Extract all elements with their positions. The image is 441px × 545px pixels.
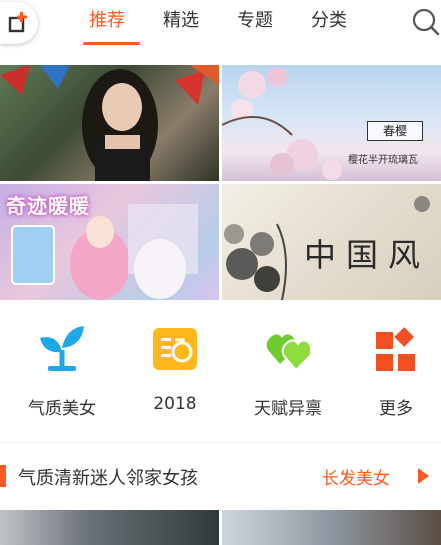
- tab-topics[interactable]: 专题: [237, 6, 273, 36]
- section-divider: [0, 442, 441, 443]
- add-window-icon: [8, 12, 27, 33]
- tab-recommend[interactable]: 推荐: [89, 6, 125, 36]
- banner-game-art[interactable]: 奇迹暖暖: [0, 184, 219, 300]
- double-heart-icon: [266, 334, 310, 372]
- banner-tag: 春樱: [367, 121, 423, 141]
- category-label: 2018: [153, 394, 197, 414]
- banner-chinese-style[interactable]: 中国风: [222, 184, 441, 300]
- wallpaper-thumbnail[interactable]: [222, 510, 441, 545]
- tab-categories[interactable]: 分类: [311, 6, 347, 36]
- section-title: 气质清新迷人邻家女孩: [18, 468, 198, 489]
- category-elegant-beauty[interactable]: 气质美女: [14, 324, 110, 420]
- category-gifted[interactable]: 天赋异禀: [240, 324, 336, 420]
- banner-spring-blossom[interactable]: 春樱 樱花半开琉璃瓦: [222, 65, 441, 181]
- banner-title: 奇迹暖暖: [6, 194, 90, 218]
- search-button[interactable]: [408, 4, 441, 40]
- banner-subtitle: 樱花半开琉璃瓦: [348, 155, 418, 166]
- section-marker: [0, 465, 6, 487]
- add-button[interactable]: [0, 2, 38, 44]
- top-navigation: 推荐 精选 专题 分类: [0, 0, 441, 58]
- wallpaper-thumbnail[interactable]: [0, 510, 219, 545]
- category-label: 气质美女: [28, 399, 96, 419]
- arrow-right-icon[interactable]: [418, 468, 429, 484]
- search-icon: [412, 8, 440, 36]
- portrait-image: [0, 65, 219, 181]
- sprout-icon: [40, 326, 84, 371]
- section-more-link[interactable]: 长发美女: [322, 464, 390, 489]
- tab-featured[interactable]: 精选: [163, 6, 199, 36]
- calendar-2018-icon: [153, 328, 197, 370]
- category-more[interactable]: 更多: [348, 324, 441, 420]
- banner-portrait[interactable]: [0, 65, 219, 181]
- category-2018[interactable]: 2018: [127, 324, 223, 420]
- category-label: 天赋异禀: [254, 399, 322, 419]
- more-grid-icon: [376, 327, 415, 371]
- active-tab-indicator: [83, 42, 140, 45]
- banner-title: 中国风: [304, 236, 431, 274]
- category-label: 更多: [379, 399, 413, 419]
